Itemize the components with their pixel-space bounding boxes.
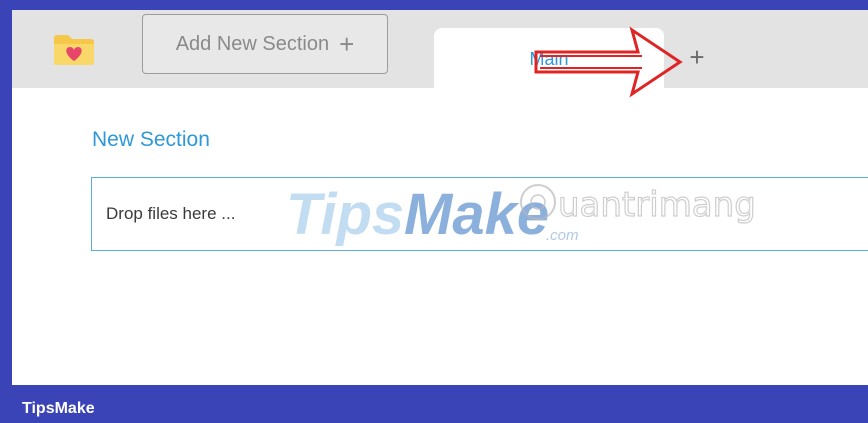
app-window: Add New Section + Main + New Section Dro… — [12, 10, 868, 385]
heart-folder-icon — [52, 32, 96, 66]
tab-bar: Add New Section + Main + — [12, 10, 868, 90]
add-tab-button[interactable]: + — [682, 42, 712, 72]
file-drop-zone[interactable]: Drop files here ... — [91, 177, 868, 251]
section-content: New Section Drop files here ... — [12, 88, 868, 385]
add-section-button[interactable]: Add New Section + — [142, 14, 388, 74]
plus-icon: + — [689, 42, 705, 72]
section-title[interactable]: New Section — [92, 128, 210, 152]
tab-main[interactable]: Main — [434, 28, 664, 90]
drop-zone-label: Drop files here ... — [106, 204, 236, 223]
footer-brand: TipsMake — [22, 400, 95, 417]
plus-icon: + — [339, 29, 355, 59]
tab-main-label: Main — [529, 48, 569, 69]
add-section-label: Add New Section — [175, 32, 330, 55]
